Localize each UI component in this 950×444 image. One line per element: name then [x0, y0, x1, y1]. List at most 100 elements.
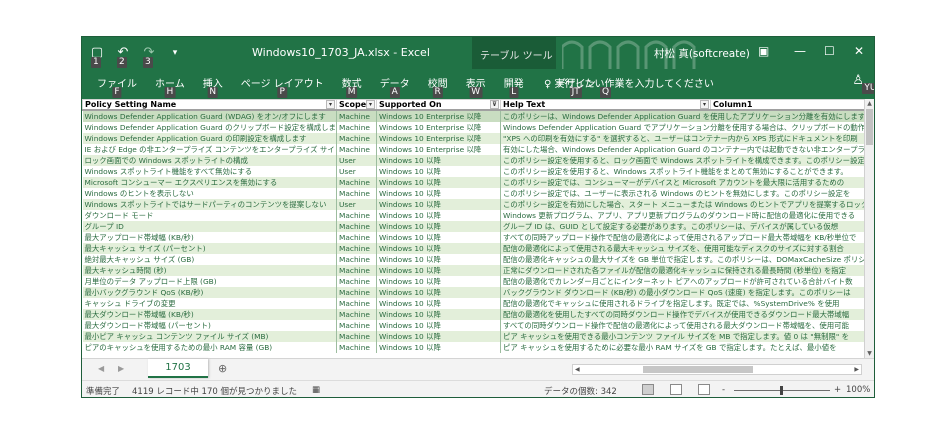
sheet-next-icon[interactable]: ▶ — [118, 364, 124, 373]
cell-scope[interactable]: Machine — [336, 221, 377, 232]
cell-supported[interactable]: Windows 10 以降 — [376, 188, 501, 199]
table-row[interactable]: 絶対最大キャッシュ サイズ (GB) Machine Windows 10 以降 配信… — [82, 254, 866, 265]
table-row[interactable]: IE および Edge の非エンタープライズ コンテンツをエンタープライズ サイ… — [82, 144, 866, 155]
user-name[interactable]: 村松 真(softcreate) — [654, 46, 750, 61]
cell-policy[interactable]: ピアのキャッシュを使用するための最小 RAM 容量 (GB) — [82, 342, 337, 353]
zoom-slider-thumb[interactable] — [780, 386, 783, 395]
cell-supported[interactable]: Windows 10 以降 — [376, 276, 501, 287]
page-break-view-icon[interactable] — [698, 384, 710, 395]
cell-scope[interactable]: Machine — [336, 177, 377, 188]
cell-supported[interactable]: Windows 10 以降 — [376, 177, 501, 188]
cell-help[interactable]: このポリシー設定を有効にした場合、スタート メニューまたは Windows のヒ… — [500, 199, 866, 210]
cell-help[interactable]: 配信の最適化によって使用される最大キャッシュ サイズを、使用可能なディスクのサイ… — [500, 243, 866, 254]
cell-scope[interactable]: User — [336, 166, 377, 177]
tab-formulas[interactable]: 数式 M — [333, 75, 371, 98]
tab-page-layout[interactable]: ページ レイアウト P — [232, 75, 333, 98]
cell-policy[interactable]: 月単位のデータ アップロード上限 (GB) — [82, 276, 337, 287]
cell-help[interactable]: このポリシーは、Windows Defender Application Gua… — [500, 110, 866, 122]
cell-policy[interactable]: Windows Defender Application Guard (WDAG… — [82, 110, 337, 122]
filter-dropdown-icon[interactable]: ▾ — [326, 100, 335, 109]
table-row[interactable]: 月単位のデータ アップロード上限 (GB) Machine Windows 10 以… — [82, 276, 866, 287]
tab-review[interactable]: 校閲 R — [419, 75, 457, 98]
cell-supported[interactable]: Windows 10 以降 — [376, 254, 501, 265]
undo-icon[interactable]: ↶ 2 — [114, 45, 132, 68]
vertical-scroll-thumb[interactable] — [866, 109, 873, 145]
cell-help[interactable]: グループ ID は、GUID として設定する必要があります。このポリシーは、デバ… — [500, 221, 866, 232]
scroll-left-icon[interactable]: ◀ — [575, 365, 580, 374]
cell-scope[interactable]: Machine — [336, 243, 377, 254]
table-row[interactable]: 最小バックグラウンド QoS (KB/秒) Machine Windows 10 以… — [82, 287, 866, 298]
cell-help[interactable]: 配信の最適化キャッシュの最大サイズを GB 単位で指定します。このポリシーは、D… — [500, 254, 866, 265]
cell-help[interactable]: このポリシー設定を使用すると、Windows スポットライト機能をまとめて無効に… — [500, 166, 866, 177]
cell-policy[interactable]: Windows スポットライトではサードパーティのコンテンツを提案しない — [82, 199, 337, 210]
cell-scope[interactable]: Machine — [336, 309, 377, 320]
cell-scope[interactable]: Machine — [336, 254, 377, 265]
cell-help[interactable]: このポリシー設定を使用すると、ロック画面で Windows スポットライトを構成… — [500, 155, 866, 166]
cell-policy[interactable]: 最大アップロード帯域幅 (KB/秒) — [82, 232, 337, 243]
cell-help[interactable]: バックグラウンド ダウンロード (KB/秒) の最小ダウンロード QoS (速度… — [500, 287, 866, 298]
table-row[interactable]: 最大ダウンロード帯域幅 (パーセント) Machine Windows 10 以降す… — [82, 320, 866, 331]
cell-policy[interactable]: Microsoft コンシューマー エクスペリエンスを無効にする — [82, 177, 337, 188]
horizontal-scrollbar[interactable]: ◀ ▶ — [572, 364, 862, 375]
header-help-text[interactable]: Help Text ▾ — [500, 99, 711, 111]
cell-supported[interactable]: Windows 10 以降 — [376, 199, 501, 210]
table-row[interactable]: Microsoft コンシューマー エクスペリエンスを無効にする Machine W… — [82, 177, 866, 188]
table-row[interactable]: 最小ピア キャッシュ コンテンツ ファイル サイズ (MB) Machine Win… — [82, 331, 866, 342]
cell-help[interactable]: ピア キャッシュを使用できる最小コンテンツ ファイル サイズを MB で指定しま… — [500, 331, 866, 342]
cell-supported[interactable]: Windows 10 Enterprise 以降 — [376, 144, 501, 155]
cell-supported[interactable]: Windows 10 以降 — [376, 210, 501, 221]
tab-file[interactable]: ファイル F — [88, 75, 146, 98]
cell-policy[interactable]: キャッシュ ドライブの変更 — [82, 298, 337, 309]
cell-scope[interactable]: Machine — [336, 210, 377, 221]
cell-help[interactable]: "XPS への印刷を有効にする" を選択すると、ユーザーはコンテナー内から XP… — [500, 133, 866, 144]
scroll-down-icon[interactable]: ▼ — [865, 349, 874, 358]
maximize-icon[interactable]: ☐ — [824, 44, 835, 58]
header-supported-on[interactable]: Supported On ⊽ — [376, 99, 501, 111]
minimize-icon[interactable]: — — [794, 44, 806, 58]
cell-policy[interactable]: 最大ダウンロード帯域幅 (パーセント) — [82, 320, 337, 331]
cell-supported[interactable]: Windows 10 以降 — [376, 298, 501, 309]
tell-me-box[interactable]: ♀ 実行したい作業を入力してください Q — [544, 75, 714, 98]
cell-supported[interactable]: Windows 10 以降 — [376, 309, 501, 320]
zoom-out-button[interactable]: - — [722, 385, 725, 395]
cell-policy[interactable]: Windows のヒントを表示しない — [82, 188, 337, 199]
table-row[interactable]: Windows スポットライト機能をすべて無効にする User Windows 10… — [82, 166, 866, 177]
table-row[interactable]: Windows Defender Application Guard (WDAG… — [82, 110, 866, 122]
cell-scope[interactable]: Machine — [336, 133, 377, 144]
filter-active-icon[interactable]: ⊽ — [490, 100, 499, 109]
tab-view[interactable]: 表示 W — [457, 75, 495, 98]
cell-policy[interactable]: IE および Edge の非エンタープライズ コンテンツをエンタープライズ サイ… — [82, 144, 337, 155]
add-sheet-icon[interactable]: ⊕ — [218, 362, 227, 375]
cell-scope[interactable]: Machine — [336, 276, 377, 287]
cell-scope[interactable]: Machine — [336, 122, 377, 133]
table-row[interactable]: 最大アップロード帯域幅 (KB/秒) Machine Windows 10 以降 すべ… — [82, 232, 866, 243]
cell-help[interactable]: Windows Defender Application Guard でアプリケ… — [500, 122, 866, 133]
vertical-scrollbar[interactable]: ▲ ▼ — [864, 99, 874, 358]
cell-help[interactable]: 有効にした場合、Windows Defender Application Gua… — [500, 144, 866, 155]
table-row[interactable]: Windows Defender Application Guard の印刷設定… — [82, 133, 866, 144]
cell-policy[interactable]: Windows Defender Application Guard の印刷設定… — [82, 133, 337, 144]
cell-scope[interactable]: User — [336, 199, 377, 210]
cell-supported[interactable]: Windows 10 以降 — [376, 166, 501, 177]
cell-supported[interactable]: Windows 10 以降 — [376, 331, 501, 342]
cell-help[interactable]: このポリシー設定では、コンシューマーがデバイスと Microsoft アカウント… — [500, 177, 866, 188]
table-row[interactable]: ピアのキャッシュを使用するための最小 RAM 容量 (GB) Machine Win… — [82, 342, 866, 353]
tab-data[interactable]: データ A — [371, 75, 419, 98]
sheet-tab-1703[interactable]: 1703 — [148, 359, 208, 378]
cell-supported[interactable]: Windows 10 Enterprise 以降 — [376, 122, 501, 133]
customize-qat-icon[interactable]: ▾ — [166, 45, 184, 61]
tab-developer[interactable]: 開発 L — [495, 75, 533, 98]
cell-supported[interactable]: Windows 10 以降 — [376, 320, 501, 331]
cell-supported[interactable]: Windows 10 以降 — [376, 265, 501, 276]
table-row[interactable]: ダウンロード モード Machine Windows 10 以降 Windows 更新… — [82, 210, 866, 221]
cell-help[interactable]: このポリシー設定では、ユーザーに表示される Windows のヒントを無効にしま… — [500, 188, 866, 199]
page-layout-view-icon[interactable] — [670, 384, 682, 395]
table-row[interactable]: グループ ID Machine Windows 10 以降 グループ ID は、GUI… — [82, 221, 866, 232]
cell-scope[interactable]: Machine — [336, 265, 377, 276]
redo-icon[interactable]: ↷ 3 — [140, 45, 158, 68]
header-policy-setting-name[interactable]: Policy Setting Name ▾ — [82, 99, 337, 111]
cell-scope[interactable]: Machine — [336, 298, 377, 309]
cell-supported[interactable]: Windows 10 Enterprise 以降 — [376, 110, 501, 122]
cell-policy[interactable]: 最小バックグラウンド QoS (KB/秒) — [82, 287, 337, 298]
worksheet-grid[interactable]: Policy Setting Name ▾ Scope ▾ Supported On… — [82, 99, 866, 358]
